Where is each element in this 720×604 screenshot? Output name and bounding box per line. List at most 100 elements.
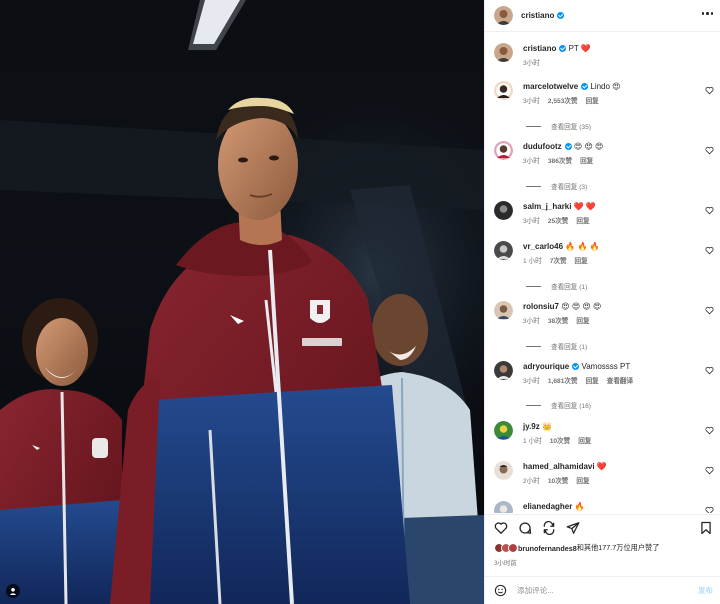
liker-avatar (508, 543, 518, 553)
comment-username[interactable]: vr_carlo46 (523, 242, 563, 251)
heart-icon[interactable] (705, 466, 714, 475)
comment-likes[interactable]: 10次赞 (548, 475, 569, 485)
comment-username[interactable]: rolonsiu7 (523, 302, 559, 311)
comment-username[interactable]: adryourique (523, 362, 569, 371)
comment-text: 🔥 (574, 502, 585, 511)
commenter-avatar[interactable] (494, 81, 513, 100)
post-photo[interactable] (0, 0, 484, 604)
commenter-avatar[interactable] (494, 201, 513, 220)
commenter-avatar[interactable] (494, 421, 513, 440)
comment: vr_carlo46 🔥 🔥 🔥 1 小时 7次赞 回复 (494, 241, 718, 265)
view-replies-button[interactable]: 查看回复 (1) (526, 341, 587, 351)
view-replies-button[interactable]: 查看回复 (3) (526, 181, 587, 191)
commenter-avatar[interactable] (494, 361, 513, 380)
comment-time: 3小时 (523, 318, 540, 325)
view-replies-button[interactable]: 查看回复 (35) (526, 121, 591, 131)
liker-username[interactable]: brunofernandes8 (518, 544, 577, 553)
comment-list[interactable]: cristiano PT ❤️ 3小时 marcelotwelve Lindo … (485, 33, 720, 513)
caption-text: PT ❤️ (568, 44, 591, 53)
verified-icon (564, 143, 572, 150)
heart-icon[interactable] (705, 426, 714, 435)
view-replies-button[interactable]: 查看回复 (16) (526, 400, 591, 410)
post-header: cristiano (485, 0, 720, 32)
reply-button[interactable]: 回复 (575, 255, 588, 265)
reply-button[interactable]: 回复 (576, 215, 589, 225)
comment-text: Vamossss PT (581, 362, 631, 371)
share-icon[interactable] (542, 521, 556, 535)
comment-likes[interactable]: 38次赞 (548, 315, 569, 325)
verified-icon (572, 363, 580, 370)
comment: adryourique Vamossss PT 3小时 1,681次赞 回复 查看翻译 (494, 361, 718, 385)
comment: elianedagher 🔥 (494, 501, 718, 513)
more-icon[interactable] (701, 12, 713, 15)
comment-text: 😍 😍 😍 (573, 142, 604, 151)
caption-username[interactable]: cristiano (523, 44, 556, 53)
add-comment-bar: 添加评论... 发布 (485, 576, 720, 604)
comment-username[interactable]: dudufootz (523, 142, 562, 151)
send-icon[interactable] (566, 521, 580, 535)
reply-button[interactable]: 回复 (586, 375, 599, 385)
comment-input[interactable]: 添加评论... (517, 585, 698, 596)
commenter-avatar[interactable] (494, 141, 513, 160)
comment-text: ❤️ (596, 462, 607, 471)
reply-button[interactable]: 回复 (580, 155, 593, 165)
comment-likes[interactable]: 7次赞 (550, 255, 567, 265)
comment-username[interactable]: salm_j_harki (523, 202, 571, 211)
commenter-avatar[interactable] (494, 241, 513, 260)
comment-icon[interactable] (518, 521, 532, 535)
verified-icon (559, 45, 567, 52)
comment-username[interactable]: elianedagher (523, 502, 572, 511)
view-replies-button[interactable]: 查看回复 (1) (526, 281, 587, 291)
heart-icon[interactable] (705, 306, 714, 315)
verified-icon (581, 83, 589, 90)
comment-time: 1 小时 (523, 258, 542, 265)
comment-likes[interactable]: 25次赞 (548, 215, 569, 225)
comment-time: 3小时 (523, 218, 540, 225)
emoji-icon[interactable] (494, 584, 507, 597)
caption: cristiano PT ❤️ 3小时 (494, 43, 718, 67)
action-bar (485, 514, 720, 542)
heart-icon[interactable] (705, 146, 714, 155)
author-avatar[interactable] (494, 6, 513, 25)
comment-username[interactable]: jy.9z (523, 422, 540, 431)
comment-text: 😍 😍 😍 😍 (561, 302, 602, 311)
author-username[interactable]: cristiano (521, 11, 554, 20)
heart-icon[interactable] (705, 206, 714, 215)
post-side-panel: cristiano cristiano PT ❤️ 3小时 marcelotwe… (484, 0, 720, 604)
commenter-avatar[interactable] (494, 501, 513, 513)
comment-time: 3小时 (523, 158, 540, 165)
reply-button[interactable]: 回复 (576, 475, 589, 485)
user-tag-icon[interactable] (6, 584, 20, 598)
commenter-avatar[interactable] (494, 461, 513, 480)
comment-likes[interactable]: 2,553次赞 (548, 95, 578, 105)
post-timestamp: 3小时前 (494, 560, 517, 567)
comment: marcelotwelve Lindo 😍 3小时 2,553次赞 回复 (494, 81, 718, 105)
heart-icon[interactable] (705, 86, 714, 95)
comment-username[interactable]: marcelotwelve (523, 82, 578, 91)
comment-time: 2小时 (523, 478, 540, 485)
publish-button[interactable]: 发布 (698, 585, 713, 596)
comment-username[interactable]: hamed_alhamidavi (523, 462, 595, 471)
comment: dudufootz 😍 😍 😍 3小时 386次赞 回复 (494, 141, 718, 165)
author-avatar[interactable] (494, 43, 513, 62)
comment-text: ❤️ ❤️ (573, 202, 596, 211)
heart-icon[interactable] (705, 366, 714, 375)
likes-summary[interactable]: brunofernandes8 和其他177.7万位用户赞了 (494, 543, 659, 553)
post-image (0, 0, 484, 604)
reply-button[interactable]: 回复 (578, 435, 591, 445)
heart-icon[interactable] (494, 521, 508, 535)
reply-button[interactable]: 回复 (576, 315, 589, 325)
bookmark-icon[interactable] (699, 521, 713, 535)
reply-button[interactable]: 回复 (586, 95, 599, 105)
comment-text: 👑 (541, 422, 552, 431)
likes-count: 和其他177.7万位用户赞了 (576, 543, 660, 552)
comment-likes[interactable]: 1,681次赞 (548, 375, 578, 385)
commenter-avatar[interactable] (494, 301, 513, 320)
heart-icon[interactable] (705, 506, 714, 513)
comment-likes[interactable]: 10次赞 (550, 435, 571, 445)
translate-button[interactable]: 查看翻译 (607, 375, 633, 385)
comment-likes[interactable]: 386次赞 (548, 155, 572, 165)
comment: rolonsiu7 😍 😍 😍 😍 3小时 38次赞 回复 (494, 301, 718, 325)
heart-icon[interactable] (705, 246, 714, 255)
caption-time: 3小时 (523, 60, 540, 67)
